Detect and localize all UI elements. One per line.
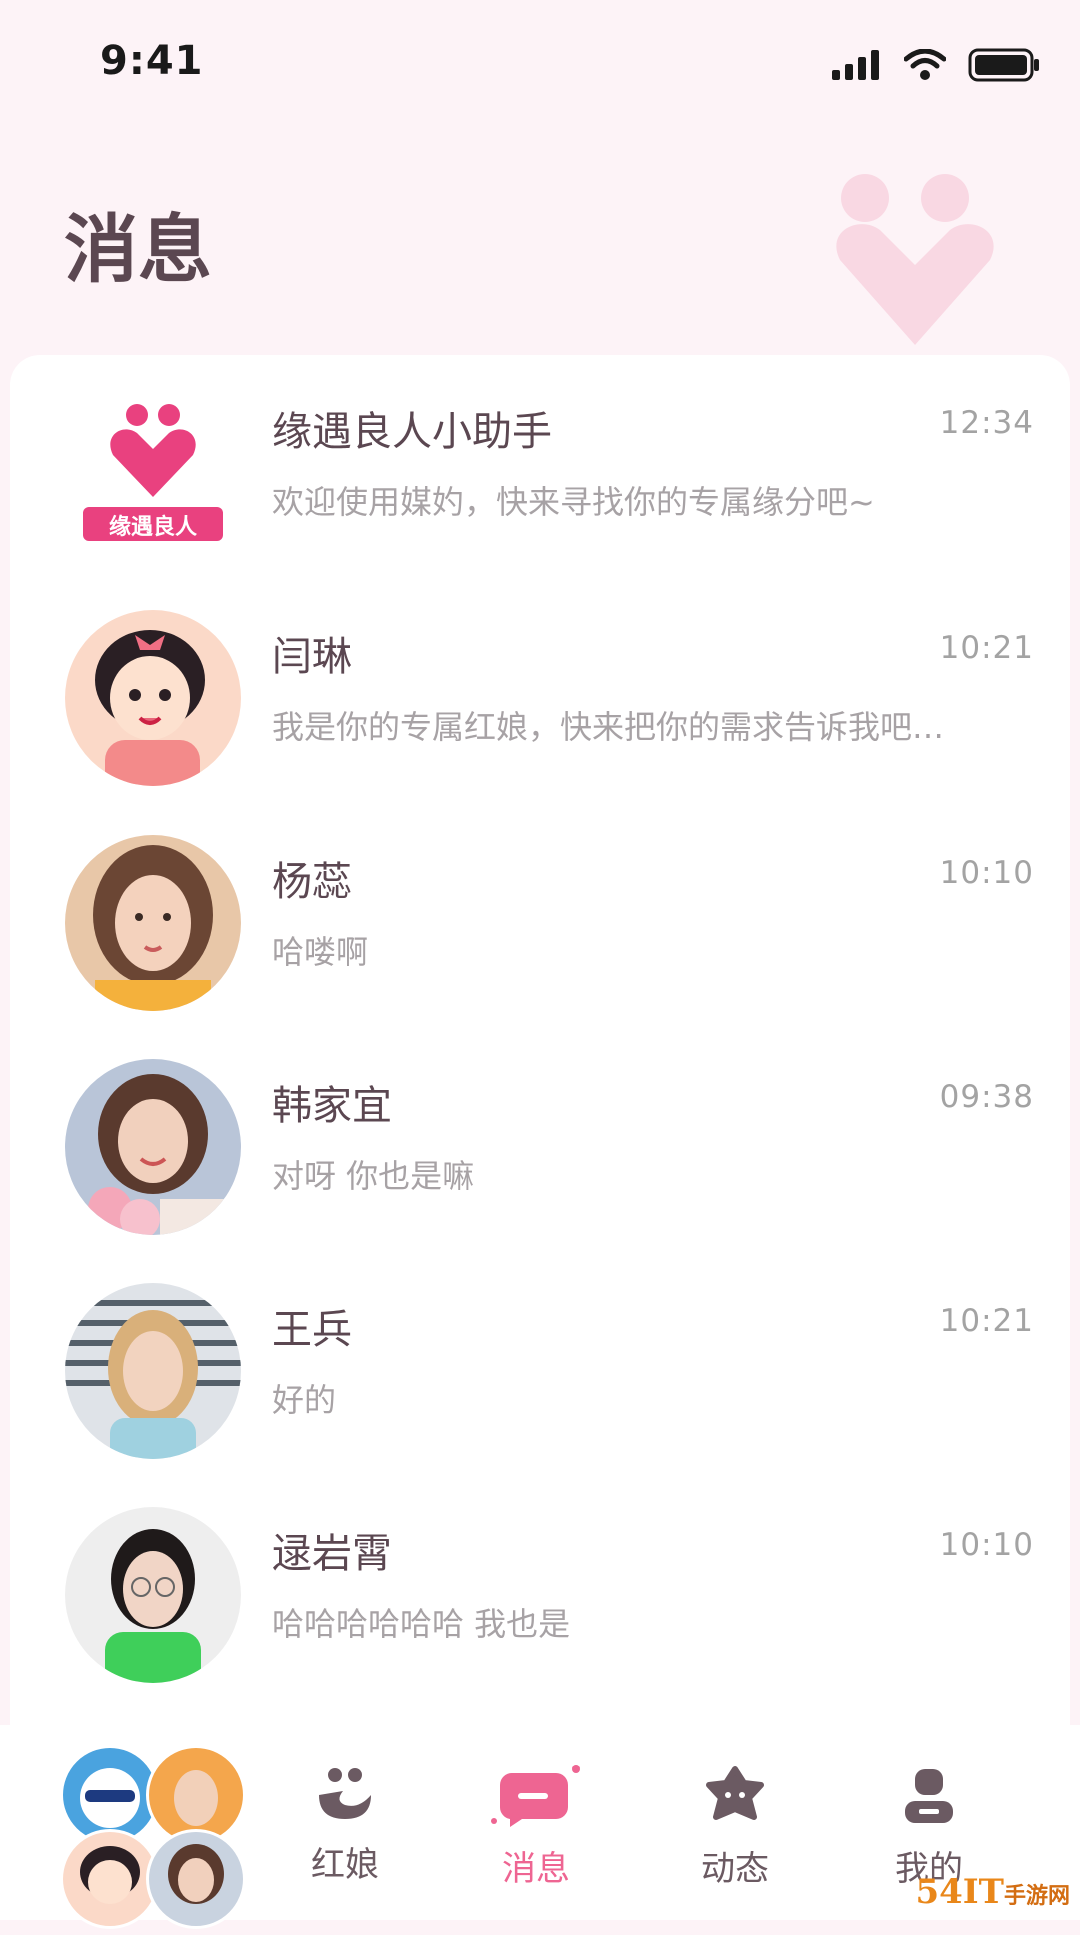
watermark: 54IT手游网 <box>915 1872 1070 1912</box>
assistant-logo-avatar: 缘遇良人 <box>65 385 241 561</box>
chat-name: 杨蕊 <box>272 859 352 905</box>
status-time: 9:41 <box>100 38 204 84</box>
tab-messages[interactable]: 消息 <box>466 1765 606 1890</box>
tab-label: 动态 <box>701 1849 769 1889</box>
chat-preview: 欢迎使用媒妁，快来寻找你的专属缘分吧~ <box>272 483 875 521</box>
chat-time: 10:10 <box>939 1527 1034 1563</box>
chat-time: 09:38 <box>939 1079 1034 1115</box>
chat-item[interactable]: 逯岩霄 10:10 哈哈哈哈哈哈 我也是 <box>10 1477 1070 1702</box>
tab-label: 消息 <box>502 1849 570 1889</box>
battery-icon <box>968 48 1039 82</box>
chat-item[interactable]: 缘遇良人 缘遇良人小助手 12:34 欢迎使用媒妁，快来寻找你的专属缘分吧~ <box>10 355 1070 580</box>
chat-name: 韩家宜 <box>272 1083 392 1129</box>
page-title: 消息 <box>64 207 212 293</box>
status-icons <box>832 48 1040 82</box>
matchmaker-icon <box>319 1768 371 1819</box>
avatar <box>65 1507 241 1683</box>
moments-icon <box>706 1766 764 1820</box>
logo-label: 缘遇良人 <box>108 514 197 540</box>
chat-name: 王兵 <box>272 1307 352 1353</box>
tab-matchmaker[interactable]: 红娘 <box>275 1765 415 1886</box>
profile-icon <box>905 1769 953 1823</box>
chat-time: 10:21 <box>939 630 1034 666</box>
chat-time: 12:34 <box>939 405 1034 441</box>
chat-preview: 好的 <box>272 1381 337 1419</box>
avatar <box>65 835 241 1011</box>
tab-label: 红娘 <box>311 1845 379 1885</box>
signal-icon <box>832 50 879 80</box>
avatar <box>65 610 241 786</box>
status-bar: 9:41 <box>0 0 1080 120</box>
message-icon <box>491 1765 580 1827</box>
chat-preview: 对呀 你也是嘛 <box>272 1157 475 1195</box>
chat-name: 缘遇良人小助手 <box>272 409 552 455</box>
avatar <box>65 1059 241 1235</box>
chat-name: 闫琳 <box>272 634 352 680</box>
avatar-cluster[interactable] <box>60 1745 250 1935</box>
chat-item[interactable]: 韩家宜 09:38 对呀 你也是嘛 <box>10 1029 1070 1254</box>
heart-couple-icon <box>836 174 994 345</box>
chat-item[interactable]: 王兵 10:21 好的 <box>10 1253 1070 1478</box>
chat-name: 逯岩霄 <box>272 1531 392 1577</box>
watermark-text: 54IT <box>915 1872 1004 1912</box>
mini-avatar <box>60 1829 160 1929</box>
tab-moments[interactable]: 动态 <box>665 1765 805 1890</box>
chat-time: 10:10 <box>939 855 1034 891</box>
chat-preview: 哈喽啊 <box>272 933 369 971</box>
tab-bar: 红娘 消息 动态 我的 54IT手游网 <box>0 1725 1080 1929</box>
chat-preview: 哈哈哈哈哈哈 我也是 <box>272 1605 571 1643</box>
wifi-icon <box>904 49 946 80</box>
avatar <box>65 1283 241 1459</box>
watermark-sub: 手游网 <box>1003 1883 1070 1909</box>
chat-list: 缘遇良人 缘遇良人小助手 12:34 欢迎使用媒妁，快来寻找你的专属缘分吧~ 闫… <box>10 355 1070 1725</box>
chat-item[interactable]: 杨蕊 10:10 哈喽啊 <box>10 805 1070 1030</box>
page-header: 消息 <box>0 120 1080 360</box>
chat-time: 10:21 <box>939 1303 1034 1339</box>
chat-item[interactable]: 闫琳 10:21 我是你的专属红娘，快来把你的需求告诉我吧… <box>10 580 1070 805</box>
chat-preview: 我是你的专属红娘，快来把你的需求告诉我吧… <box>272 708 945 746</box>
mini-avatar <box>146 1829 246 1929</box>
